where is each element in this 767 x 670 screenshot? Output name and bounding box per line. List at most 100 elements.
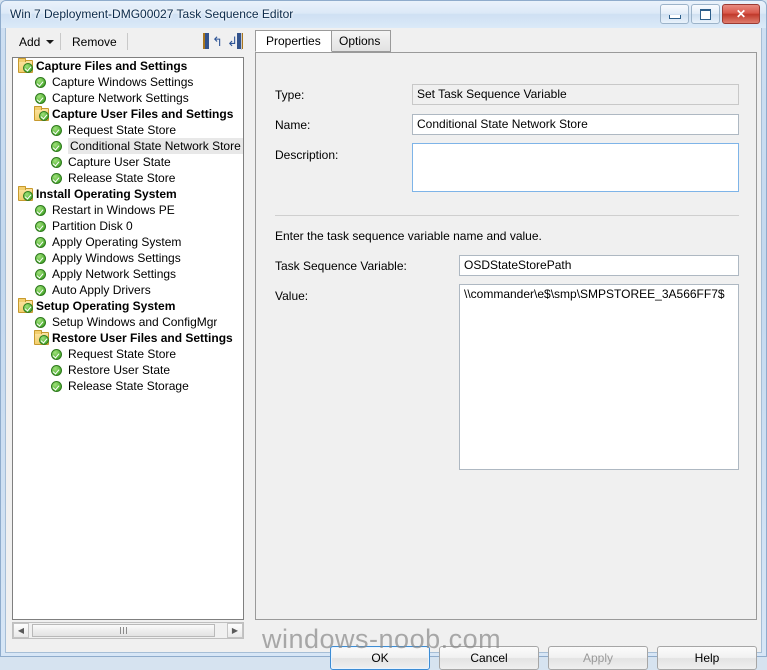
tree-item-label: Apply Network Settings <box>52 267 177 281</box>
properties-panel: Type: Set Task Sequence Variable Name: C… <box>255 52 757 620</box>
cancel-button[interactable]: Cancel <box>439 646 539 670</box>
tree-item-label: Apply Operating System <box>52 235 182 249</box>
help-button[interactable]: Help <box>657 646 757 670</box>
tree-item[interactable]: Restore User State <box>13 362 243 378</box>
green-check-icon <box>35 269 46 280</box>
green-check-icon <box>23 303 33 313</box>
tree-item-label: Conditional State Network Store <box>68 138 243 154</box>
tree-item[interactable]: Apply Windows Settings <box>13 250 243 266</box>
tab-properties[interactable]: Properties <box>255 30 332 52</box>
scroll-right-icon[interactable]: ▶ <box>227 623 243 638</box>
tree-item[interactable]: Request State Store <box>13 346 243 362</box>
tree-item[interactable]: Capture Windows Settings <box>13 74 243 90</box>
step-check-icon <box>49 155 65 169</box>
maximize-button[interactable] <box>691 4 720 24</box>
step-check-icon <box>33 235 49 249</box>
remove-button[interactable]: Remove <box>66 33 123 51</box>
step-check-icon <box>49 379 65 393</box>
minimize-button[interactable] <box>660 4 689 24</box>
tree-item[interactable]: Capture Files and Settings <box>13 58 243 74</box>
tree-item[interactable]: Capture User Files and Settings <box>13 106 243 122</box>
scrollbar-thumb[interactable] <box>32 624 215 637</box>
close-button[interactable]: ✕ <box>722 4 760 24</box>
value-input[interactable]: \\commander\e$\smp\SMPSTOREE_3A566FF7$ <box>459 284 739 470</box>
step-check-icon <box>33 251 49 265</box>
apply-button: Apply <box>548 646 648 670</box>
tree-item-label: Setup Windows and ConfigMgr <box>52 315 218 329</box>
move-down-icon[interactable]: ↲ <box>227 33 249 51</box>
tree-item[interactable]: Auto Apply Drivers <box>13 282 243 298</box>
green-check-icon <box>51 349 62 360</box>
tree-item[interactable]: Conditional State Network Store <box>13 138 243 154</box>
tree-item-label: Request State Store <box>68 347 177 361</box>
dialog-client-area: Add Remove ↰ ↲ Capture Files and Setting… <box>5 28 762 670</box>
tree-item[interactable]: Apply Network Settings <box>13 266 243 282</box>
green-check-icon <box>35 77 46 88</box>
step-check-icon <box>49 139 65 153</box>
tree-item[interactable]: Partition Disk 0 <box>13 218 243 234</box>
scroll-left-icon[interactable]: ◀ <box>13 623 29 638</box>
tree-item[interactable]: Restart in Windows PE <box>13 202 243 218</box>
tree-horizontal-scrollbar[interactable]: ◀ ▶ <box>12 622 244 639</box>
tree-item-label: Capture Windows Settings <box>52 75 194 89</box>
green-check-icon <box>35 205 46 216</box>
type-value: Set Task Sequence Variable <box>412 84 739 105</box>
tree-item-label: Capture User Files and Settings <box>52 107 234 121</box>
folder-check-icon <box>17 186 33 201</box>
green-check-icon <box>51 365 62 376</box>
tree-item-label: Restore User Files and Settings <box>52 331 233 345</box>
window-title: Win 7 Deployment-DMG00027 Task Sequence … <box>10 7 294 21</box>
green-check-icon <box>35 285 46 296</box>
green-check-icon <box>23 63 33 73</box>
tree-item[interactable]: Setup Windows and ConfigMgr <box>13 314 243 330</box>
step-check-icon <box>49 123 65 137</box>
title-bar[interactable]: Win 7 Deployment-DMG00027 Task Sequence … <box>1 1 766 28</box>
task-sequence-variable-input[interactable]: OSDStateStorePath <box>459 255 739 276</box>
name-input[interactable]: Conditional State Network Store <box>412 114 739 135</box>
hint-text: Enter the task sequence variable name an… <box>275 229 542 243</box>
green-check-icon <box>35 237 46 248</box>
ok-button[interactable]: OK <box>330 646 430 670</box>
tree-item-label: Release State Store <box>68 171 176 185</box>
maximize-icon <box>692 5 719 23</box>
add-menu-button[interactable]: Add <box>13 33 60 51</box>
tree-item[interactable]: Release State Store <box>13 170 243 186</box>
step-check-icon <box>49 363 65 377</box>
step-check-icon <box>33 203 49 217</box>
tree-item[interactable]: Apply Operating System <box>13 234 243 250</box>
tree-item[interactable]: Request State Store <box>13 122 243 138</box>
tree-item[interactable]: Setup Operating System <box>13 298 243 314</box>
tree-item-label: Install Operating System <box>36 187 177 201</box>
step-check-icon <box>33 283 49 297</box>
move-up-rows <box>203 33 212 50</box>
tree-item[interactable]: Restore User Files and Settings <box>13 330 243 346</box>
name-label: Name: <box>275 118 311 132</box>
tree-item-label: Release State Storage <box>68 379 189 393</box>
tree-item-label: Apply Windows Settings <box>52 251 181 265</box>
tree-item-label: Capture Network Settings <box>52 91 189 105</box>
green-check-icon <box>23 191 33 201</box>
tab-options[interactable]: Options <box>328 30 392 52</box>
move-up-arrow-icon: ↰ <box>212 34 223 49</box>
step-check-icon <box>33 267 49 281</box>
tree-item[interactable]: Install Operating System <box>13 186 243 202</box>
green-check-icon <box>39 111 49 121</box>
step-check-icon <box>49 347 65 361</box>
step-check-icon <box>49 171 65 185</box>
task-sequence-variable-label: Task Sequence Variable: <box>275 259 407 273</box>
tree-item[interactable]: Capture Network Settings <box>13 90 243 106</box>
toolbar-separator <box>127 33 128 50</box>
minimize-icon <box>661 5 688 23</box>
task-sequence-tree[interactable]: Capture Files and Settings Capture Window… <box>12 57 244 620</box>
move-up-icon[interactable]: ↰ <box>203 33 225 51</box>
folder-check-icon <box>17 58 33 73</box>
tree-item[interactable]: Capture User State <box>13 154 243 170</box>
description-input[interactable] <box>412 143 739 192</box>
green-check-icon <box>51 173 62 184</box>
tree-item[interactable]: Release State Storage <box>13 378 243 394</box>
tree-toolbar: Add Remove ↰ ↲ <box>7 29 244 55</box>
step-check-icon <box>33 91 49 105</box>
step-check-icon <box>33 75 49 89</box>
tree-item-label: Setup Operating System <box>36 299 176 313</box>
green-check-icon <box>35 253 46 264</box>
